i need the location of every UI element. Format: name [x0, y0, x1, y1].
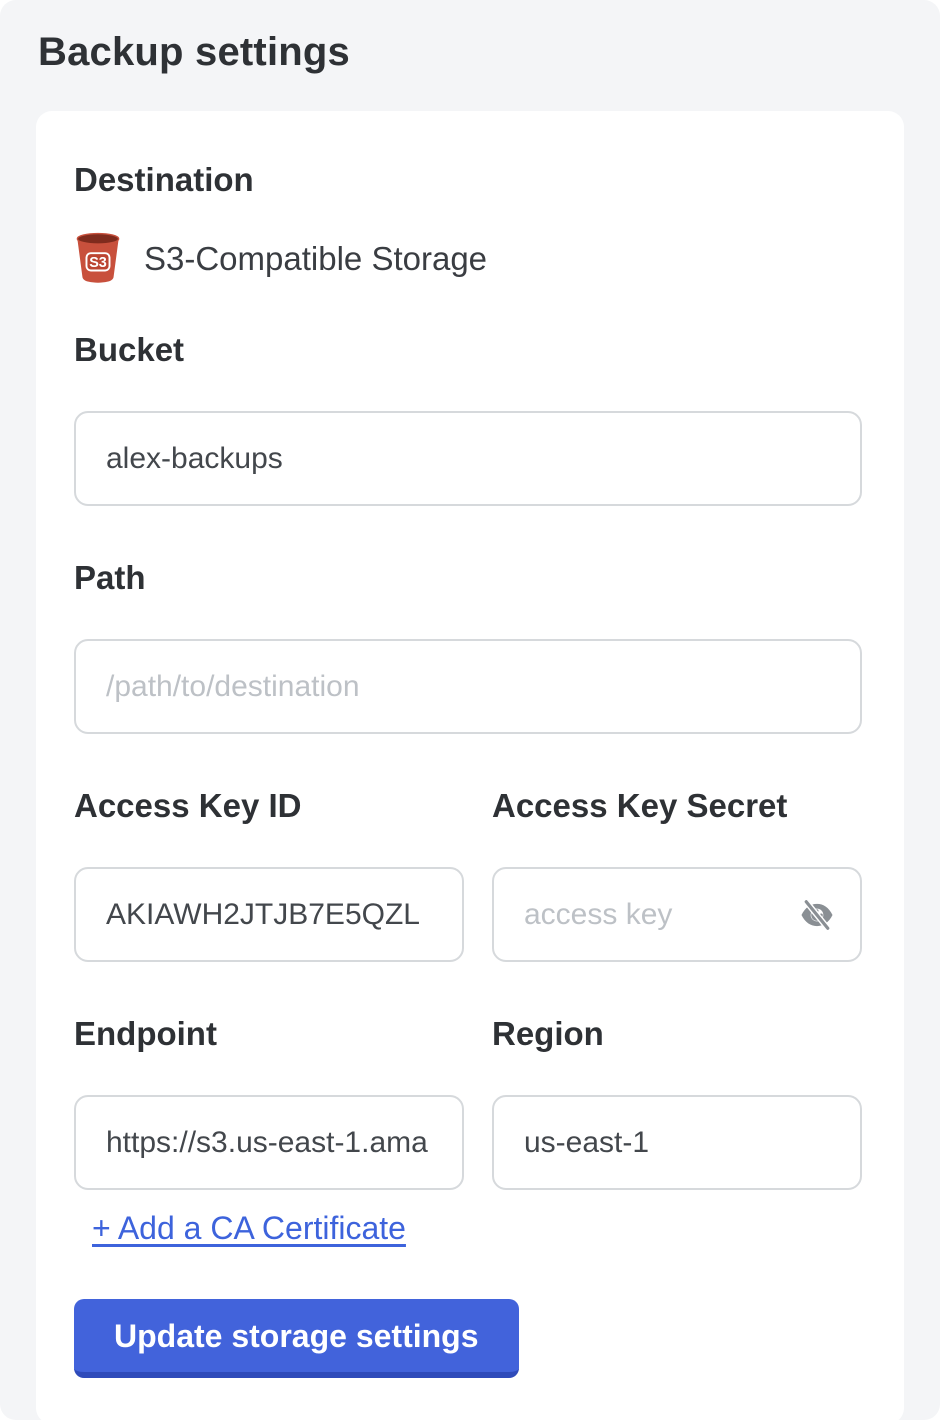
destination-label: Destination	[74, 163, 862, 196]
endpoint-label: Endpoint	[74, 1017, 464, 1050]
bucket-field: Bucket	[74, 333, 862, 506]
svg-text:S3: S3	[89, 255, 107, 271]
access-key-id-input[interactable]	[74, 867, 464, 962]
update-storage-settings-button[interactable]: Update storage settings	[74, 1299, 519, 1378]
region-field: Region	[492, 1017, 862, 1190]
access-key-id-field: Access Key ID	[74, 789, 464, 962]
endpoint-field: Endpoint	[74, 1017, 464, 1190]
endpoint-input[interactable]	[74, 1095, 464, 1190]
path-input[interactable]	[74, 639, 862, 734]
destination-provider-row: S3 S3-Compatible Storage	[74, 232, 862, 285]
bucket-input[interactable]	[74, 411, 862, 506]
access-key-id-label: Access Key ID	[74, 789, 464, 822]
region-label: Region	[492, 1017, 862, 1050]
endpoint-region-row: Endpoint Region	[74, 1017, 862, 1190]
bucket-label: Bucket	[74, 333, 862, 366]
page-title: Backup settings	[38, 30, 904, 75]
s3-bucket-icon: S3	[74, 232, 122, 285]
path-field: Path	[74, 561, 862, 734]
eye-off-icon[interactable]	[798, 896, 836, 934]
access-key-secret-field: Access Key Secret	[492, 789, 862, 962]
destination-provider-name: S3-Compatible Storage	[144, 240, 487, 278]
add-ca-certificate-link[interactable]: + Add a CA Certificate	[92, 1210, 406, 1247]
path-label: Path	[74, 561, 862, 594]
access-key-secret-wrap	[492, 867, 862, 962]
access-key-secret-label: Access Key Secret	[492, 789, 862, 822]
region-input[interactable]	[492, 1095, 862, 1190]
storage-settings-card: Destination S3 S3-Compatible Storage Buc…	[36, 111, 904, 1420]
backup-settings-page: Backup settings Destination S3 S3-Compat…	[0, 0, 940, 1420]
access-keys-row: Access Key ID Access Key Secret	[74, 789, 862, 962]
